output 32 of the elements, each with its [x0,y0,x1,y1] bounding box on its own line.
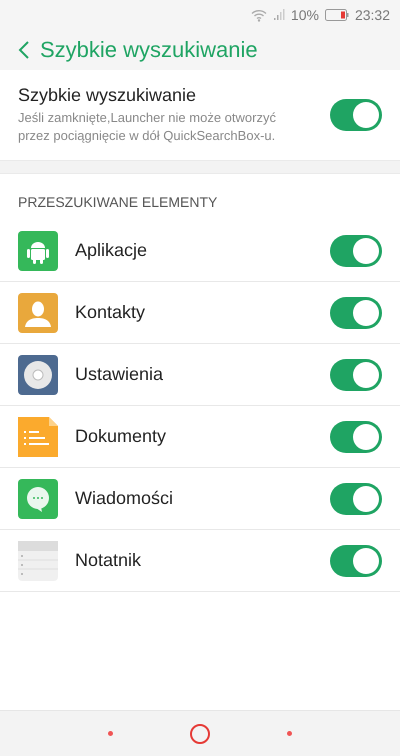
item-label: Notatnik [75,550,142,571]
wifi-icon [250,8,267,22]
signal-icon [272,9,285,21]
battery-percent: 10% [290,7,319,23]
section-heading: PRZESZUKIWANE ELEMENTY [17,193,218,212]
document-icon [18,416,58,456]
menu-dot-icon[interactable] [108,731,114,736]
back-icon[interactable] [18,41,30,59]
notepad-icon [18,540,58,580]
clock: 23:32 [354,7,390,23]
item-label: Ustawienia [75,364,164,385]
toggle-switch[interactable] [330,482,382,514]
page-title: Szybkie wyszukiwanie [40,37,258,63]
settings-icon [18,354,58,394]
person-icon [18,292,58,332]
toggle-switch[interactable] [330,296,382,328]
item-label: Wiadomości [75,488,174,509]
toggle-switch[interactable] [330,358,382,390]
chat-bubble-icon [18,478,58,518]
item-label: Aplikacje [75,240,148,261]
toggle-switch[interactable] [330,99,382,131]
toggle-switch[interactable] [330,420,382,452]
item-label: Dokumenty [75,426,168,447]
toggle-switch[interactable] [330,544,382,576]
item-label: Kontakty [75,302,146,323]
home-button[interactable] [190,724,210,744]
setting-title: Szybkie wyszukiwanie [18,85,198,106]
battery-icon [324,9,349,21]
toggle-switch[interactable] [330,234,382,266]
setting-description: Jeśli zamknięte,Launcher nie może otworzyć przez pociągnięcie w dół QuickSearchBox-u. [18,109,277,145]
android-icon [18,230,58,270]
back-dot-icon[interactable] [286,731,292,736]
